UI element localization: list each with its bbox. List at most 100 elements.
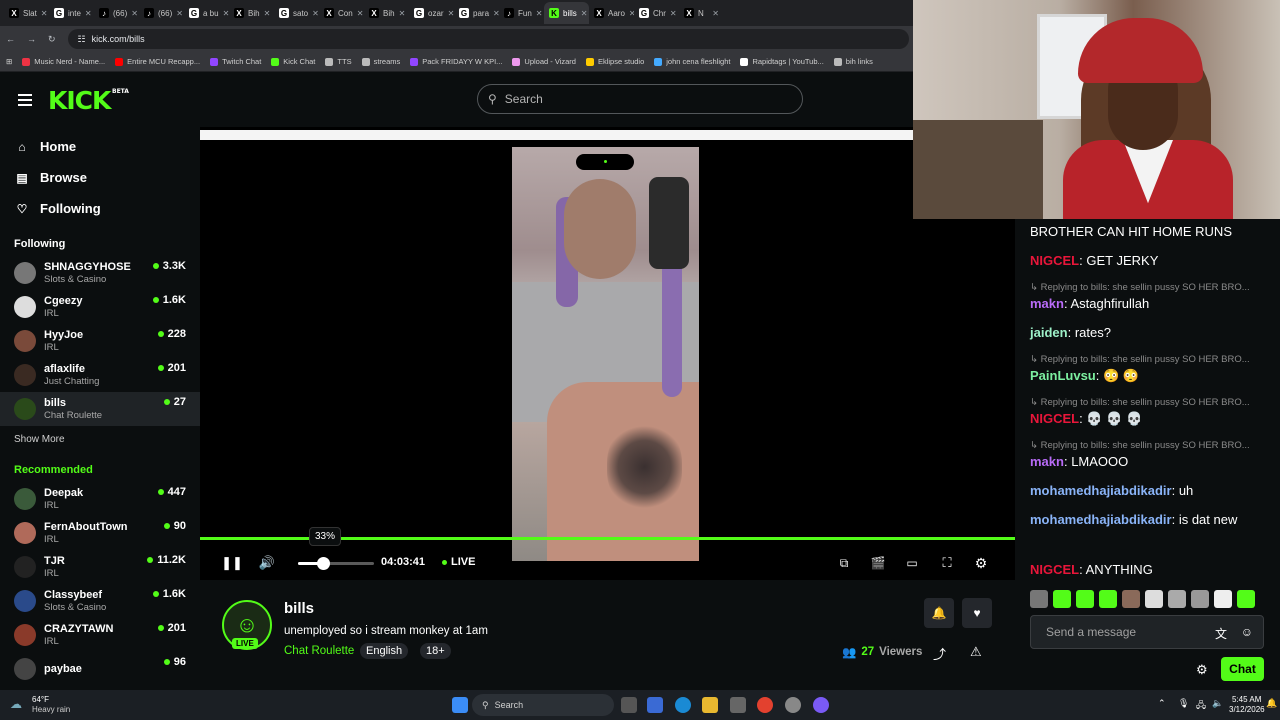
forward-icon[interactable]: →	[27, 34, 36, 44]
emote-icon[interactable]	[1214, 590, 1232, 608]
video-player[interactable]	[200, 127, 1015, 580]
browser-tab[interactable]: ♪ Fun ✕	[499, 2, 544, 24]
chat-username[interactable]: makn	[1030, 296, 1064, 311]
sidebar-nav-browse[interactable]: ▤ Browse	[0, 162, 200, 193]
tab-close-icon[interactable]: ✕	[131, 9, 138, 18]
search-input[interactable]: ⚲ Search	[477, 84, 803, 114]
channel-item[interactable]: FernAboutTown IRL 90	[0, 516, 200, 550]
pause-icon[interactable]: ❚❚	[221, 548, 243, 578]
pip-icon[interactable]: ⧉	[834, 548, 854, 578]
chat-username[interactable]: jaiden	[1030, 325, 1068, 340]
channel-item[interactable]: Deepak IRL 447	[0, 482, 200, 516]
browser-tab[interactable]: Ginte ✕	[49, 2, 94, 24]
apps-icon[interactable]: ⊞	[6, 57, 12, 66]
chat-send-button[interactable]: Chat	[1221, 657, 1264, 681]
file-explorer-icon[interactable]	[702, 697, 718, 713]
settings-gear-icon[interactable]: ⚙	[971, 548, 991, 578]
emote-icon[interactable]	[1030, 590, 1048, 608]
tag-rating[interactable]: 18+	[420, 643, 451, 659]
bookmark-item[interactable]: Music Nerd - Name...	[22, 57, 105, 66]
browser-tab[interactable]: Gpara ✕	[454, 2, 499, 24]
chrome-icon[interactable]	[757, 697, 773, 713]
tab-close-icon[interactable]: ✕	[399, 9, 406, 18]
sidebar-nav-home[interactable]: ⌂ Home	[0, 131, 200, 162]
bookmark-item[interactable]: Pack FRIDAYY W KPI...	[410, 57, 502, 66]
browser-tab[interactable]: X Bih ✕	[364, 2, 409, 24]
bookmark-item[interactable]: Twitch Chat	[210, 57, 261, 66]
tab-close-icon[interactable]: ✕	[712, 9, 719, 18]
emote-icon[interactable]	[1076, 590, 1094, 608]
chat-username[interactable]: NIGCEL	[1030, 253, 1079, 268]
tab-close-icon[interactable]: ✕	[176, 9, 183, 18]
tab-close-icon[interactable]: ✕	[85, 9, 92, 18]
browser-tab[interactable]: ♪ (66) ✕	[94, 2, 139, 24]
bookmark-item[interactable]: streams	[361, 57, 400, 66]
bookmark-item[interactable]: Rapidtags | YouTub...	[740, 57, 824, 66]
show-more-button[interactable]: Show More	[0, 428, 200, 450]
channel-item[interactable]: aflaxlife Just Chatting 201	[0, 358, 200, 392]
tab-close-icon[interactable]: ✕	[264, 9, 271, 18]
browser-tab[interactable]: G Chr ✕	[634, 2, 679, 24]
store-icon[interactable]	[730, 697, 746, 713]
browser-tab[interactable]: X Aaro ✕	[589, 2, 634, 24]
fullscreen-icon[interactable]: ⛶	[937, 548, 957, 578]
channel-item[interactable]: CRAZYTAWN IRL 201	[0, 618, 200, 652]
copilot-icon[interactable]	[647, 697, 663, 713]
sidebar-nav-following[interactable]: ♡ Following	[0, 193, 200, 224]
back-icon[interactable]: ←	[6, 34, 15, 44]
bookmark-item[interactable]: john cena fleshlight	[654, 57, 730, 66]
edge-icon[interactable]	[675, 697, 691, 713]
emoji-icon[interactable]: ☺	[1241, 625, 1253, 639]
clip-icon[interactable]: 🎬	[868, 548, 888, 578]
browser-tab[interactable]: ♪ (66) ✕	[139, 2, 184, 24]
tray-chevron-icon[interactable]: ⌃	[1158, 698, 1166, 709]
chat-username[interactable]: mohamedhajiabdikadir	[1030, 483, 1172, 498]
browser-tab[interactable]: X Con ✕	[319, 2, 364, 24]
emote-icon[interactable]	[1122, 590, 1140, 608]
tab-close-icon[interactable]: ✕	[357, 9, 364, 18]
network-icon[interactable]: 🖧	[1196, 698, 1206, 714]
kick-logo[interactable]: KICK BETA	[48, 86, 129, 115]
volume-icon[interactable]: 🔊	[257, 548, 277, 578]
clock-date[interactable]: 3/12/2026	[1229, 705, 1265, 714]
discord-icon[interactable]	[813, 697, 829, 713]
bookmark-item[interactable]: Eklipse studio	[585, 57, 644, 66]
streamer-name[interactable]: bills	[284, 600, 314, 617]
channel-item[interactable]: Cgeezy IRL 1.6K	[0, 290, 200, 324]
browser-tab[interactable]: X N ✕	[679, 2, 724, 24]
channel-item[interactable]: TJR IRL 11.2K	[0, 550, 200, 584]
follow-heart-icon[interactable]: ♥	[962, 598, 992, 628]
emote-icon[interactable]	[1145, 590, 1163, 608]
channel-item[interactable]: HyyJoe IRL 228	[0, 324, 200, 358]
taskbar-search[interactable]: ⚲ Search	[472, 694, 614, 716]
notification-bell-icon[interactable]: 🔔	[924, 598, 954, 628]
tab-close-icon[interactable]: ✕	[536, 9, 543, 18]
bookmark-item[interactable]: Upload - Vizard	[512, 57, 576, 66]
chat-username[interactable]: makn	[1030, 454, 1064, 469]
emote-icon[interactable]	[1099, 590, 1117, 608]
tab-close-icon[interactable]: ✕	[581, 9, 588, 18]
live-indicator[interactable]: LIVE	[442, 556, 475, 568]
tab-close-icon[interactable]: ✕	[312, 9, 319, 18]
url-field[interactable]: ☷ kick.com/bills	[67, 29, 909, 49]
notifications-icon[interactable]: 🔔	[1266, 698, 1277, 709]
share-icon[interactable]: ⤴	[933, 644, 946, 663]
reload-icon[interactable]: ↻	[48, 34, 56, 45]
task-view-icon[interactable]	[621, 697, 637, 713]
site-info-icon[interactable]: ☷	[78, 34, 86, 45]
channel-item[interactable]: Classybeef Slots & Casino 1.6K	[0, 584, 200, 618]
channel-item[interactable]: bills Chat Roulette 27	[0, 392, 200, 426]
windows-start-icon[interactable]	[452, 697, 468, 713]
chat-input[interactable]: Send a message 文 ☺	[1030, 615, 1264, 649]
bookmark-item[interactable]: bih links	[833, 57, 873, 66]
channel-item[interactable]: paybae 96	[0, 652, 200, 686]
chat-username[interactable]: mohamedhajiabdikadir	[1030, 512, 1172, 527]
menu-icon[interactable]	[18, 94, 32, 106]
tag-language[interactable]: English	[360, 643, 409, 659]
stream-category[interactable]: Chat Roulette	[284, 645, 354, 657]
browser-tab[interactable]: Gozar ✕	[409, 2, 454, 24]
chat-settings-gear-icon[interactable]: ⚙	[1196, 662, 1208, 678]
emote-icon[interactable]	[1168, 590, 1186, 608]
channel-item[interactable]: SHNAGGYHOSE Slots & Casino 3.3K	[0, 256, 200, 290]
theater-mode-icon[interactable]: ▭	[902, 548, 922, 578]
